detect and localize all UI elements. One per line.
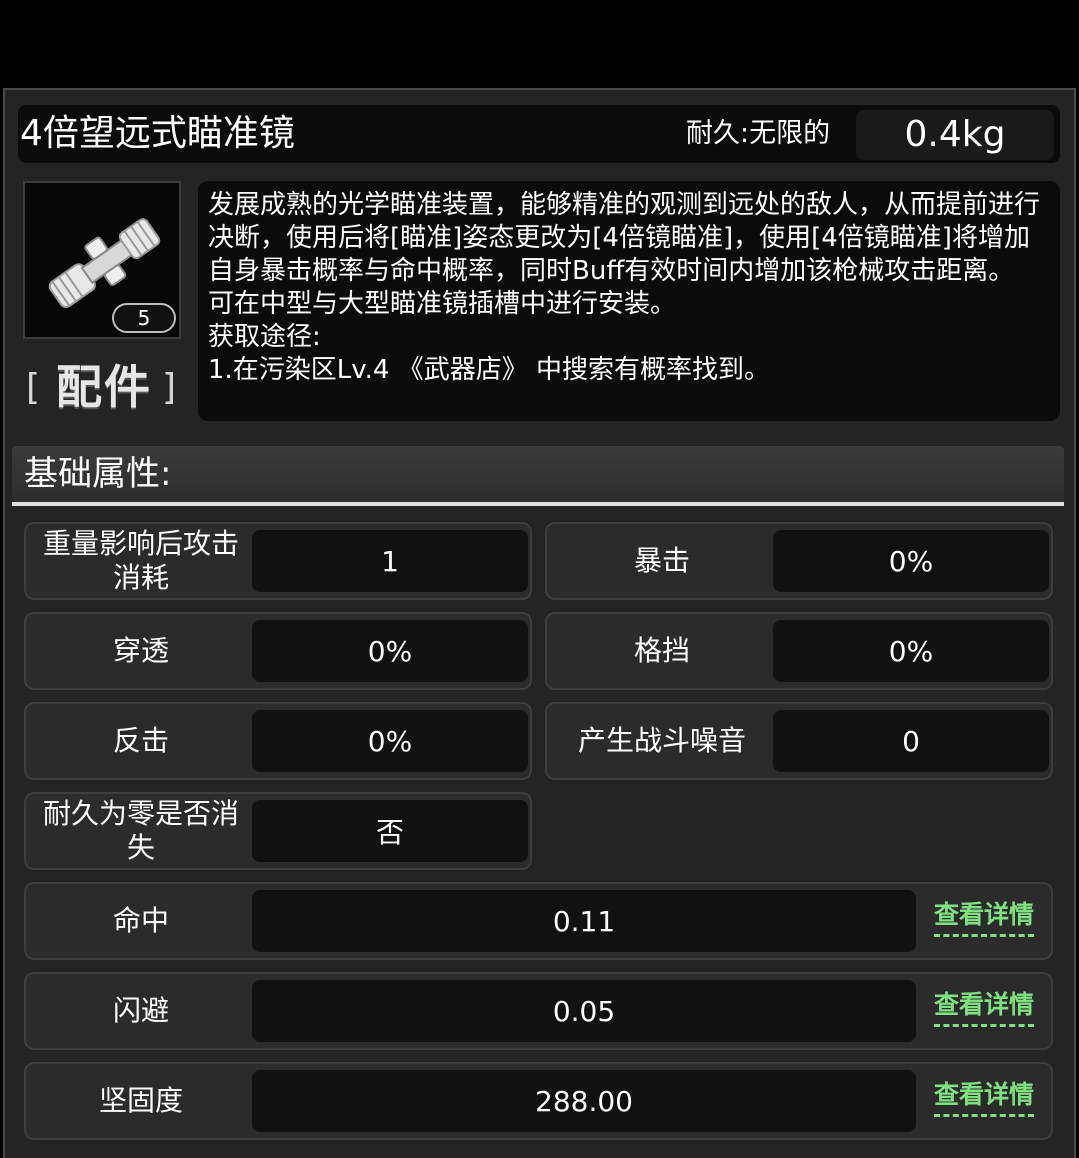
stat-value: 0 — [773, 710, 1049, 772]
category-bracket-right: ] — [162, 367, 177, 408]
stat-hit: 命中 0.11 查看详情 — [24, 882, 1053, 960]
stat-label: 闪避 — [112, 994, 169, 1027]
section-title: 基础属性: — [24, 454, 172, 494]
stat-sturdiness: 坚固度 288.00 查看详情 — [24, 1062, 1053, 1140]
item-weight: 0.4kg — [904, 114, 1006, 155]
item-name: 4倍望远式瞄准镜 — [20, 113, 295, 154]
durability-label: 耐久:无限的 — [686, 118, 831, 149]
stat-label: 重量影响后攻击消耗 — [42, 527, 239, 594]
stat-value: 0% — [773, 530, 1049, 592]
stat-dodge: 闪避 0.05 查看详情 — [24, 972, 1053, 1050]
stat-value: 否 — [252, 800, 528, 862]
stat-label: 产生战斗噪音 — [577, 724, 746, 757]
stat-weight-cost: 重量影响后攻击消耗 1 — [24, 522, 532, 600]
stat-penetration: 穿透 0% — [24, 612, 532, 690]
category-bracket-left: [ — [26, 367, 41, 408]
item-level-badge: 5 — [112, 303, 176, 333]
stat-label: 穿透 — [112, 634, 169, 667]
stat-label: 命中 — [112, 904, 169, 937]
stat-vanish: 耐久为零是否消失 否 — [24, 792, 532, 870]
stat-noise: 产生战斗噪音 0 — [545, 702, 1053, 780]
view-details-link[interactable]: 查看详情 — [934, 1078, 1035, 1117]
stat-value: 0% — [252, 620, 528, 682]
stat-value: 0% — [773, 620, 1049, 682]
view-details-link[interactable]: 查看详情 — [934, 988, 1035, 1027]
stat-counter: 反击 0% — [24, 702, 532, 780]
stat-crit: 暴击 0% — [545, 522, 1053, 600]
stat-label: 反击 — [112, 724, 169, 757]
view-details-link[interactable]: 查看详情 — [934, 898, 1035, 937]
item-category: [ 配件 ] — [26, 358, 186, 418]
item-description-box[interactable]: 发展成熟的光学瞄准装置，能够精准的观测到远处的敌人，从而提前进行决断，使用后将[… — [198, 181, 1060, 421]
stat-value: 288.00 — [252, 1070, 916, 1132]
item-description: 发展成熟的光学瞄准装置，能够精准的观测到远处的敌人，从而提前进行决断，使用后将[… — [208, 190, 1041, 385]
stat-block: 格挡 0% — [545, 612, 1053, 690]
stat-label: 耐久为零是否消失 — [42, 797, 239, 864]
stat-value: 0% — [252, 710, 528, 772]
stat-value: 0.11 — [252, 890, 916, 952]
stat-label: 格挡 — [633, 634, 690, 667]
stat-value: 0.05 — [252, 980, 916, 1042]
category-label: 配件 — [56, 360, 152, 414]
stat-label: 坚固度 — [98, 1084, 183, 1117]
stat-label: 暴击 — [633, 544, 690, 577]
stat-value: 1 — [252, 530, 528, 592]
